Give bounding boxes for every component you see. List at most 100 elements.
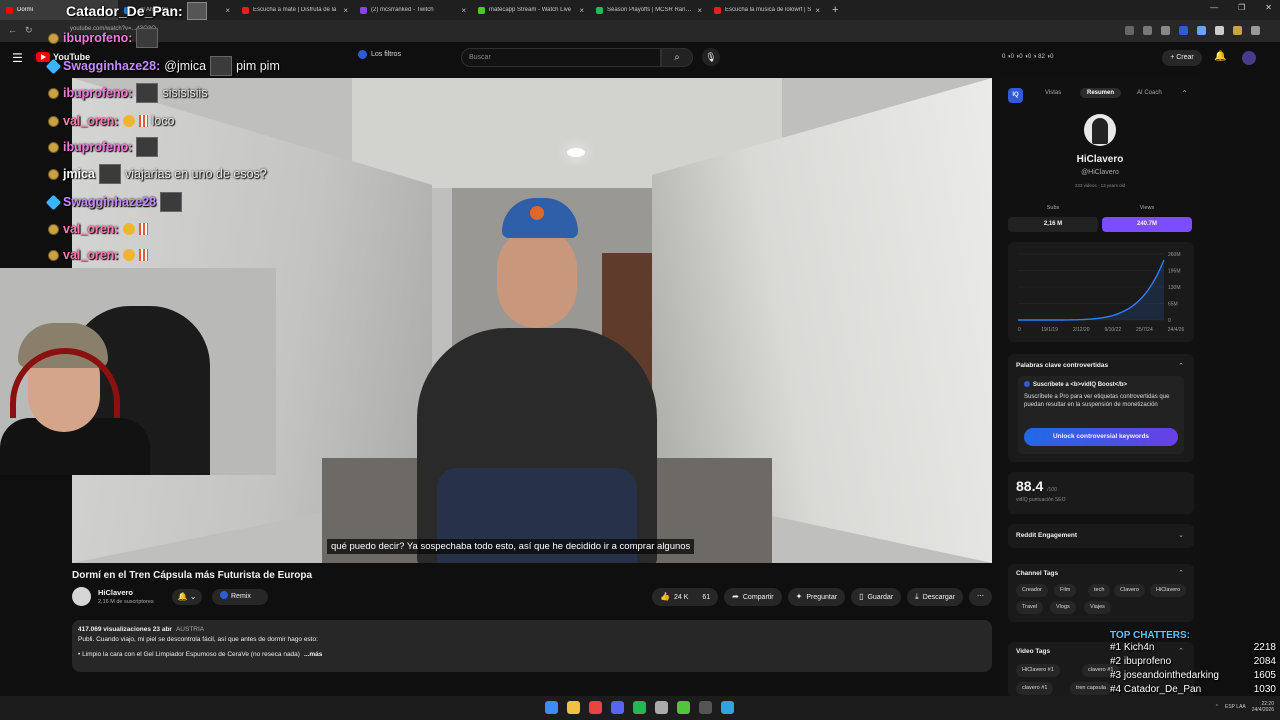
create-button[interactable]: + Crear	[1162, 50, 1202, 66]
cast-icon[interactable]	[1125, 26, 1134, 35]
back-icon[interactable]: ←	[8, 25, 17, 36]
tab-title: (2) mcsrranked - Twitch	[371, 7, 434, 13]
tab-close-icon[interactable]: ×	[579, 6, 584, 15]
tab-close-icon[interactable]: ×	[815, 6, 820, 15]
reddit-card[interactable]: Reddit Engagement ⌄	[1008, 524, 1194, 548]
channel-tag-chip[interactable]: Vlogs	[1050, 601, 1076, 614]
chat-message: val_oren: loco	[48, 110, 175, 132]
video-tag-chip[interactable]: HiClavero #1	[1016, 664, 1060, 677]
ask-label: Preguntar	[806, 594, 838, 601]
tab-close-icon[interactable]: ×	[343, 6, 348, 15]
chat-username: Swagginhaze28	[63, 195, 157, 209]
windows-taskbar: ⌃ ESP LAA 22:20 24/4/2026	[0, 696, 1280, 720]
subscribe-bell-button[interactable]: 🔔 ⌄	[172, 589, 202, 605]
filters-chip[interactable]: Los filtros	[358, 50, 401, 59]
description-box[interactable]: 417.069 visualizaciones 23 abr AUSTRIA Pu…	[72, 620, 992, 672]
browser-tab[interactable]: Escucha a mate | Disfruta de la ×	[236, 0, 354, 20]
chat-top-line: Catador_De_Pan:	[66, 2, 207, 20]
chat-username: ibuprofeno:	[63, 86, 133, 100]
channel-avatar[interactable]	[72, 587, 91, 606]
collapse-icon[interactable]: ⌃	[1181, 89, 1188, 98]
top-chatter-row: #2 ibuprofeno 2084	[1110, 656, 1276, 670]
tray-chevron-icon[interactable]: ⌃	[1215, 704, 1219, 710]
kw-collapse-icon[interactable]: ⌃	[1178, 362, 1184, 370]
profile-icon[interactable]	[1233, 26, 1242, 35]
chat-badge-icon	[48, 87, 59, 99]
mic-icon[interactable]: 🎙	[702, 48, 720, 66]
chat-username: Catador_De_Pan:	[66, 3, 183, 19]
extension-icon[interactable]	[1197, 26, 1206, 35]
views-value[interactable]: 240.7M	[1102, 217, 1192, 232]
save-button[interactable]: ▯ Guardar	[851, 588, 902, 606]
tab-close-icon[interactable]: ×	[461, 6, 466, 15]
channel-tags-collapse-icon[interactable]: ⌃	[1178, 569, 1184, 577]
remix-button[interactable]: Remix	[212, 589, 268, 605]
account-avatar[interactable]	[1242, 51, 1256, 65]
subs-label: Subs	[1046, 205, 1060, 211]
chat-username: val_oren:	[63, 222, 119, 236]
star-icon[interactable]	[1161, 26, 1170, 35]
unlock-keywords-button[interactable]: Unlock controversial keywords	[1024, 428, 1178, 446]
spotify-icon[interactable]	[633, 701, 646, 714]
tab-vistas[interactable]: Vistas	[1045, 90, 1061, 96]
browser-tab[interactable]: (2) mcsrranked - Twitch ×	[354, 0, 472, 20]
reload-icon[interactable]: ↻	[25, 25, 33, 36]
browser-tab[interactable]: Season Playoffs | MCSR Ranked ×	[590, 0, 708, 20]
more-actions-button[interactable]: ⋯	[969, 588, 992, 606]
search-input[interactable]: Buscar	[461, 48, 661, 67]
show-more-link[interactable]: ...más	[304, 651, 322, 658]
search-icon[interactable]: ⌕	[661, 48, 693, 67]
channel-name[interactable]: HiClavero	[98, 588, 133, 597]
obs-icon[interactable]	[699, 701, 712, 714]
channel-tag-chip[interactable]: Film	[1054, 584, 1077, 597]
game-icon[interactable]	[677, 701, 690, 714]
close-window-button[interactable]: ✕	[1265, 3, 1272, 12]
language-indicator[interactable]: ESP LAA	[1225, 704, 1246, 710]
video-tag-chip[interactable]: tren capsula	[1070, 682, 1112, 695]
browser-tab[interactable]: matecapp Stream - Watch Live ×	[472, 0, 590, 20]
notifications-icon[interactable]: 🔔	[1214, 51, 1226, 62]
tab-resumen[interactable]: Resumen	[1080, 88, 1122, 98]
chrome-icon[interactable]	[589, 701, 602, 714]
reddit-expand-icon[interactable]: ⌄	[1178, 531, 1184, 539]
channel-tag-chip[interactable]: Viajes	[1084, 601, 1111, 614]
channel-tag-chip[interactable]: HiClavero	[1150, 584, 1187, 597]
channel-subscribers: 2,16 M de suscriptores	[98, 599, 154, 605]
minimize-button[interactable]: —	[1210, 3, 1218, 12]
channel-tag-chip[interactable]: Clavero	[1114, 584, 1145, 597]
clock[interactable]: 22:20 24/4/2026	[1252, 701, 1274, 713]
file-explorer-icon[interactable]	[567, 701, 580, 714]
app-icon[interactable]	[721, 701, 734, 714]
ask-button[interactable]: ✦ Preguntar	[787, 588, 846, 606]
chat-emote	[98, 164, 121, 184]
channel-tag-chip[interactable]: Travel	[1016, 601, 1044, 614]
browser-tab[interactable]: Escucha la música de lolowrf | S ×	[708, 0, 826, 20]
channel-tag-chip[interactable]: tech	[1088, 584, 1111, 597]
eye-off-icon[interactable]	[1143, 26, 1152, 35]
remix-label: Remix	[231, 593, 251, 600]
taskbar-apps	[545, 701, 734, 714]
tab-close-icon[interactable]: ×	[697, 6, 702, 15]
menu-icon[interactable]	[1251, 26, 1260, 35]
tab-ai-coach[interactable]: AI Coach	[1137, 90, 1162, 96]
discord-icon[interactable]	[611, 701, 624, 714]
seo-score: 88.4 /100	[1016, 478, 1057, 494]
like-button[interactable]: 👍 24 K 61	[652, 588, 719, 606]
download-button[interactable]: ⤓ Descargar	[907, 588, 963, 606]
vidiq-ext-icon[interactable]	[1179, 26, 1188, 35]
settings-icon[interactable]	[655, 701, 668, 714]
video-tag-chip[interactable]: claverо #1	[1016, 682, 1054, 695]
channel-tag-chip[interactable]: Creador	[1016, 584, 1048, 597]
maximize-button[interactable]: ❐	[1238, 3, 1245, 12]
channel-tags-card: Channel Tags ⌃ Creador Film tech Clavero HiC…	[1008, 564, 1194, 622]
smile-emote-icon	[122, 249, 135, 261]
share-button[interactable]: ➦ Compartir	[724, 588, 782, 606]
tab-close-icon[interactable]: ×	[225, 6, 230, 15]
new-tab-button[interactable]: +	[826, 4, 844, 16]
header-stats: 0 ◑0 ◑0 ◑0 ◑ 82 ◑0	[1002, 54, 1054, 60]
windows-start-icon[interactable]	[545, 701, 558, 714]
puzzle-icon[interactable]	[1215, 26, 1224, 35]
chat-emote	[160, 192, 183, 212]
hamburger-icon[interactable]: ☰	[12, 51, 23, 65]
subs-value[interactable]: 2,16 M	[1008, 217, 1098, 232]
